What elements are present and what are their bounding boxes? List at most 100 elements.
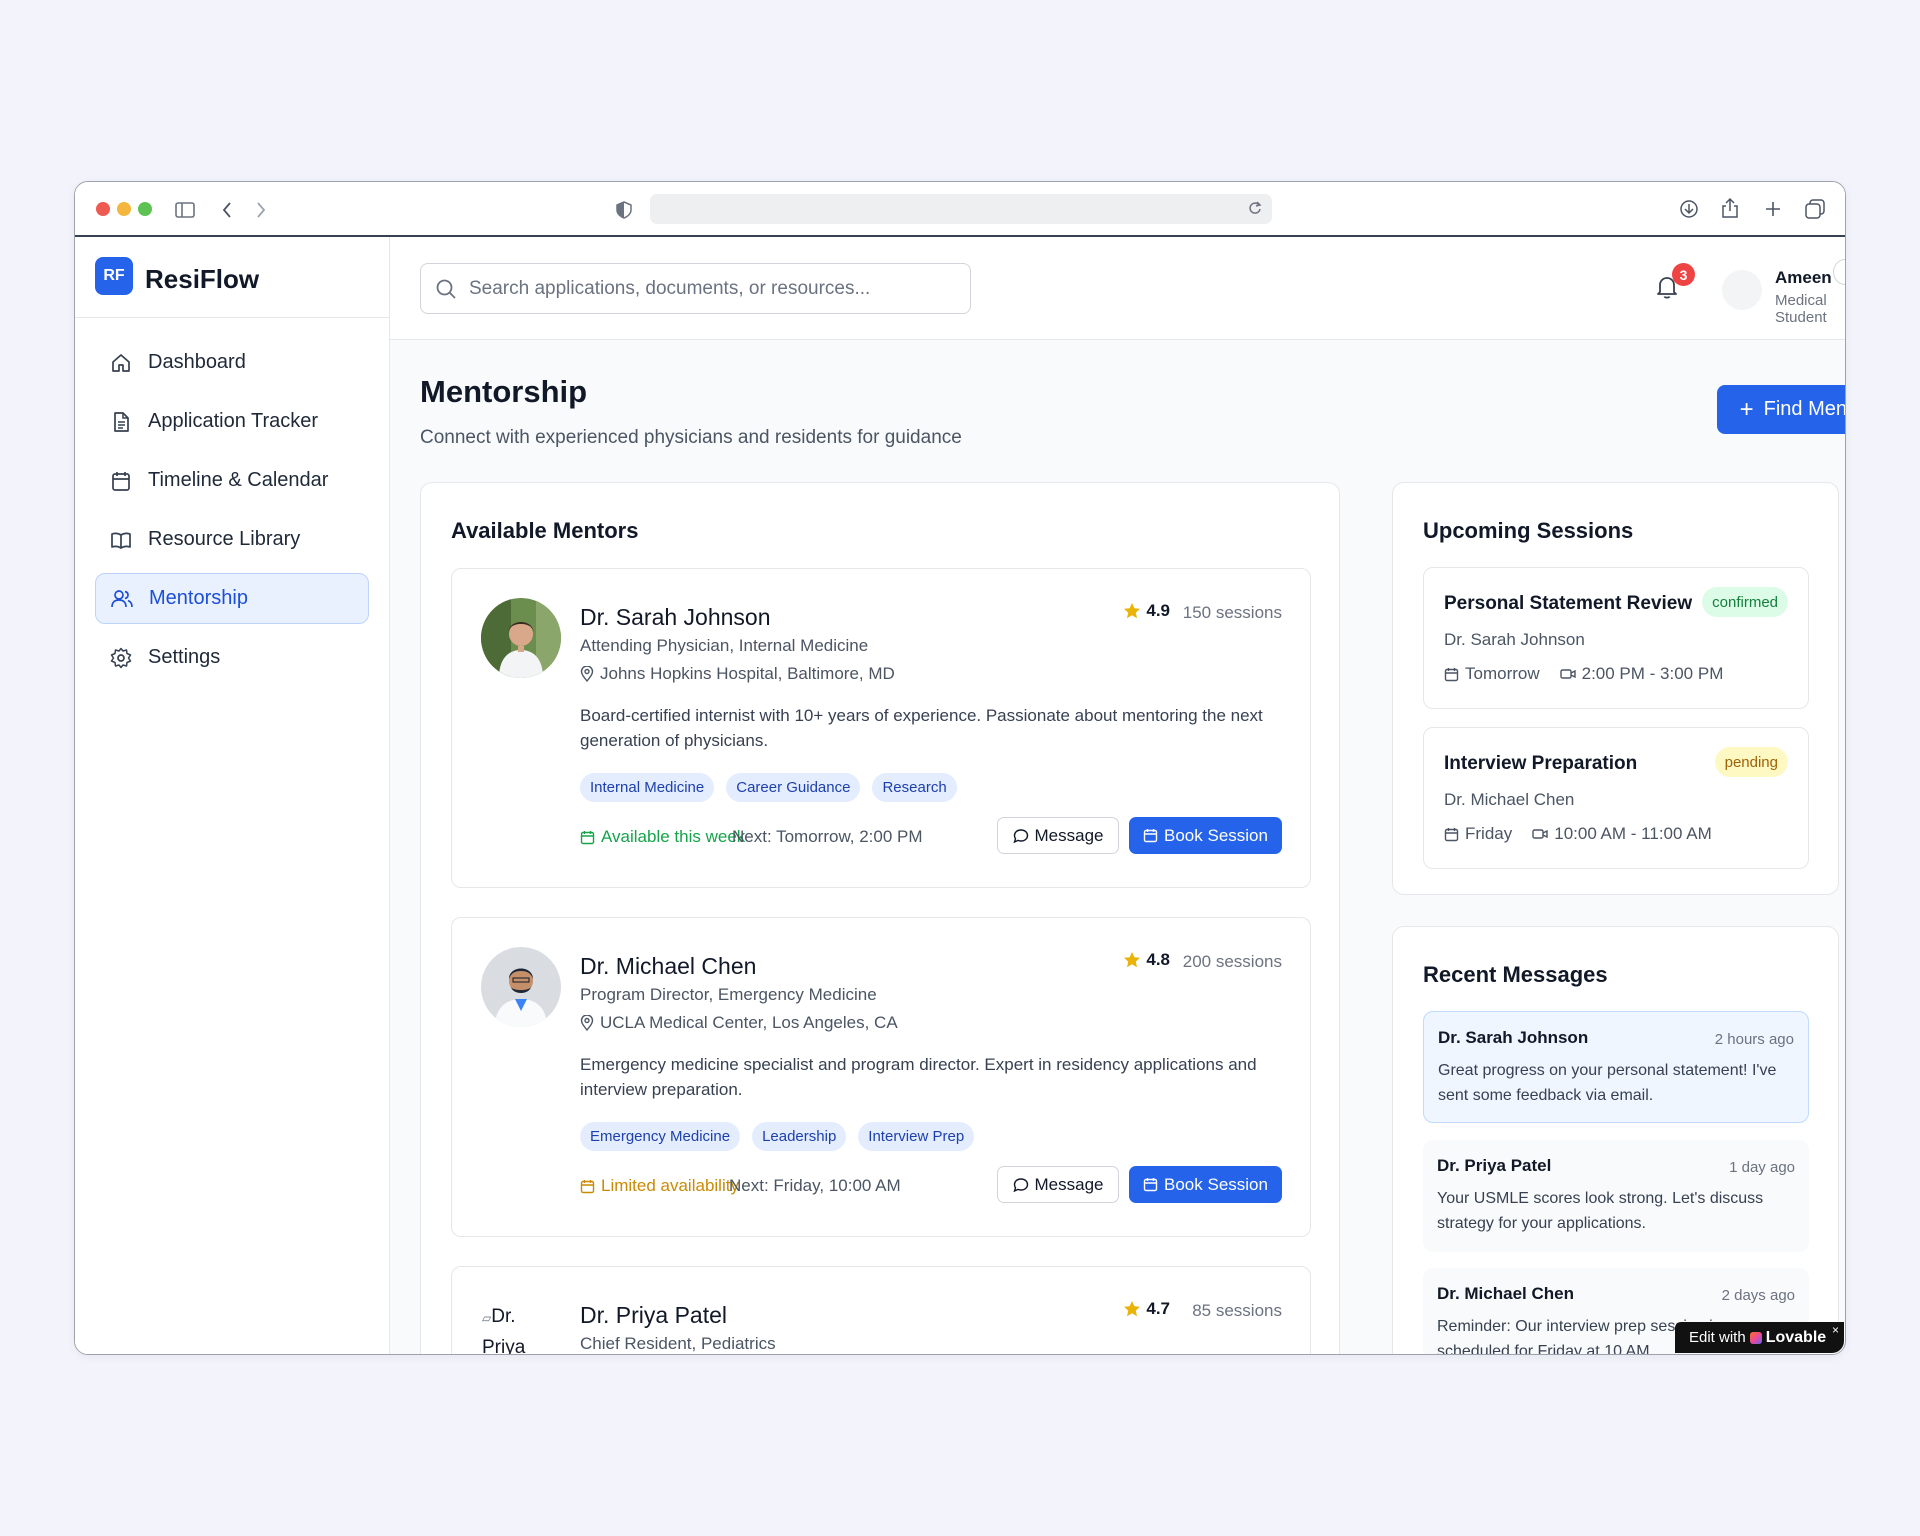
message-icon: [1012, 1177, 1028, 1192]
mentor-rating-value: 4.7: [1146, 1299, 1170, 1318]
find-mentor-button[interactable]: + Find Mentor: [1717, 385, 1845, 434]
session-schedule: Tomorrow 2:00 PM - 3:00 PM: [1444, 664, 1723, 684]
sidebar-item-mentorship[interactable]: Mentorship: [95, 573, 369, 624]
sidebar-toggle-icon[interactable]: [175, 201, 195, 219]
user-role: Medical Student: [1775, 292, 1827, 326]
broken-mentor-photo: ▱Dr. Priya: [482, 1302, 552, 1354]
download-icon[interactable]: [1679, 199, 1699, 219]
mentor-card: ▱Dr. Priya Dr. Priya Patel Chief Residen…: [451, 1266, 1311, 1354]
calendar-icon: [112, 471, 130, 491]
book-session-button[interactable]: Book Session: [1129, 1166, 1282, 1203]
sidebar-item-timeline-calendar[interactable]: Timeline & Calendar: [95, 455, 369, 506]
sidebar: RF ResiFlow Dashboard Application Tracke…: [75, 237, 390, 1354]
message-button[interactable]: Message: [997, 1166, 1119, 1203]
gear-icon: [110, 647, 132, 668]
sidebar-item-application-tracker[interactable]: Application Tracker: [95, 396, 369, 447]
specialty-tag: Leadership: [752, 1122, 847, 1151]
browser-chrome: [75, 182, 1845, 237]
session-card[interactable]: Interview Preparation pending Dr. Michae…: [1423, 727, 1809, 869]
new-tab-icon[interactable]: [1764, 200, 1782, 218]
mentor-photo: [481, 947, 561, 1027]
reload-icon[interactable]: [1248, 200, 1262, 216]
message-icon: [1012, 828, 1028, 843]
page-subtitle: Connect with experienced physicians and …: [420, 427, 962, 448]
session-day: Tomorrow: [1465, 664, 1540, 683]
upcoming-sessions-panel: Upcoming Sessions Personal Statement Rev…: [1392, 482, 1839, 895]
recent-messages-panel: Recent Messages Dr. Sarah Johnson 2 hour…: [1392, 926, 1839, 1354]
back-arrow-icon[interactable]: [221, 201, 233, 219]
mentor-name[interactable]: Dr. Priya Patel: [580, 1302, 727, 1329]
session-time: 2:00 PM - 3:00 PM: [1581, 664, 1724, 683]
close-window-button[interactable]: [96, 202, 110, 216]
mentor-role: Attending Physician, Internal Medicine: [580, 636, 869, 655]
search-input[interactable]: [469, 277, 949, 300]
user-name[interactable]: Ameen: [1775, 268, 1832, 288]
mentor-name[interactable]: Dr. Sarah Johnson: [580, 604, 771, 631]
sidebar-item-label: Application Tracker: [148, 410, 319, 432]
message-item[interactable]: Dr. Sarah Johnson 2 hours ago Great prog…: [1423, 1011, 1809, 1123]
message-preview: Your USMLE scores look strong. Let's dis…: [1437, 1190, 1764, 1232]
brand-logo[interactable]: RF: [95, 257, 133, 295]
specialty-tag: Research: [872, 773, 957, 802]
mentor-rating-value: 4.9: [1146, 601, 1170, 620]
session-card[interactable]: Personal Statement Review confirmed Dr. …: [1423, 567, 1809, 709]
sidebar-item-settings[interactable]: Settings: [95, 632, 369, 683]
main-content: Mentorship Connect with experienced phys…: [390, 340, 1845, 1354]
user-avatar[interactable]: [1722, 270, 1762, 310]
share-icon[interactable]: [1721, 197, 1739, 219]
mentor-location-text: UCLA Medical Center, Los Angeles, CA: [600, 1013, 898, 1032]
session-title: Interview Preparation: [1444, 753, 1638, 774]
notification-count-badge: 3: [1672, 263, 1695, 286]
sidebar-item-label: Mentorship: [149, 587, 248, 609]
lovable-prefix: Edit with: [1689, 1329, 1746, 1346]
collapse-panel-button[interactable]: [1833, 259, 1845, 285]
brand-name[interactable]: ResiFlow: [145, 264, 259, 295]
session-day: Friday: [1465, 824, 1513, 843]
mentor-location: UCLA Medical Center, Los Angeles, CA: [580, 1013, 898, 1033]
star-icon: [1124, 603, 1141, 619]
message-time: 2 hours ago: [1714, 1031, 1794, 1048]
session-mentor: Dr. Michael Chen: [1444, 790, 1575, 809]
mentor-name[interactable]: Dr. Michael Chen: [580, 953, 756, 980]
users-icon: [111, 589, 133, 607]
specialty-tag: Interview Prep: [858, 1122, 975, 1151]
plus-icon: +: [1739, 395, 1754, 423]
specialty-tag: Internal Medicine: [580, 773, 715, 802]
minimize-window-button[interactable]: [117, 202, 131, 216]
book-session-label: Book Session: [1164, 825, 1268, 845]
mentor-card: Dr. Michael Chen Program Director, Emerg…: [451, 917, 1311, 1237]
tabs-overview-icon[interactable]: [1805, 199, 1825, 219]
address-bar[interactable]: [650, 194, 1272, 224]
sidebar-item-label: Settings: [148, 646, 221, 668]
message-time: 1 day ago: [1729, 1159, 1795, 1176]
panel-title: Available Mentors: [451, 518, 639, 543]
sidebar-item-label: Resource Library: [148, 528, 301, 550]
sidebar-item-resource-library[interactable]: Resource Library: [95, 514, 369, 565]
calendar-icon: [1444, 667, 1459, 681]
mentor-bio: Board-certified internist with 10+ years…: [580, 706, 1263, 750]
available-mentors-panel: Available Mentors Dr. Sarah Johnson Atte…: [420, 482, 1340, 1354]
close-icon[interactable]: ×: [1832, 1323, 1839, 1337]
mentor-bio: Emergency medicine specialist and progra…: [580, 1055, 1257, 1099]
availability-text: Available this week: [601, 827, 746, 846]
search-box[interactable]: [420, 263, 971, 314]
session-title: Personal Statement Review: [1444, 593, 1693, 614]
maximize-window-button[interactable]: [138, 202, 152, 216]
message-item[interactable]: Dr. Priya Patel 1 day ago Your USMLE sco…: [1423, 1140, 1809, 1252]
mentor-location: Johns Hopkins Hospital, Baltimore, MD: [580, 664, 895, 684]
sidebar-item-dashboard[interactable]: Dashboard: [95, 337, 369, 388]
message-sender: Dr. Michael Chen: [1437, 1284, 1574, 1303]
lovable-brand: Lovable: [1765, 1328, 1827, 1346]
star-icon: [1124, 952, 1141, 968]
sidebar-nav: Dashboard Application Tracker Timeline &…: [95, 337, 369, 691]
calendar-icon: [1143, 829, 1158, 843]
message-button[interactable]: Message: [997, 817, 1119, 854]
message-time: 2 days ago: [1721, 1287, 1795, 1304]
brand: RF ResiFlow: [75, 237, 389, 318]
forward-arrow-icon[interactable]: [255, 201, 267, 219]
mentor-rating: 4.7: [1123, 1299, 1170, 1319]
book-session-button[interactable]: Book Session: [1129, 817, 1282, 854]
page-title: Mentorship: [420, 374, 588, 409]
mentor-tags: Internal Medicine Career Guidance Resear…: [580, 773, 969, 802]
edit-with-lovable-badge[interactable]: Edit with Lovable ×: [1675, 1322, 1844, 1353]
